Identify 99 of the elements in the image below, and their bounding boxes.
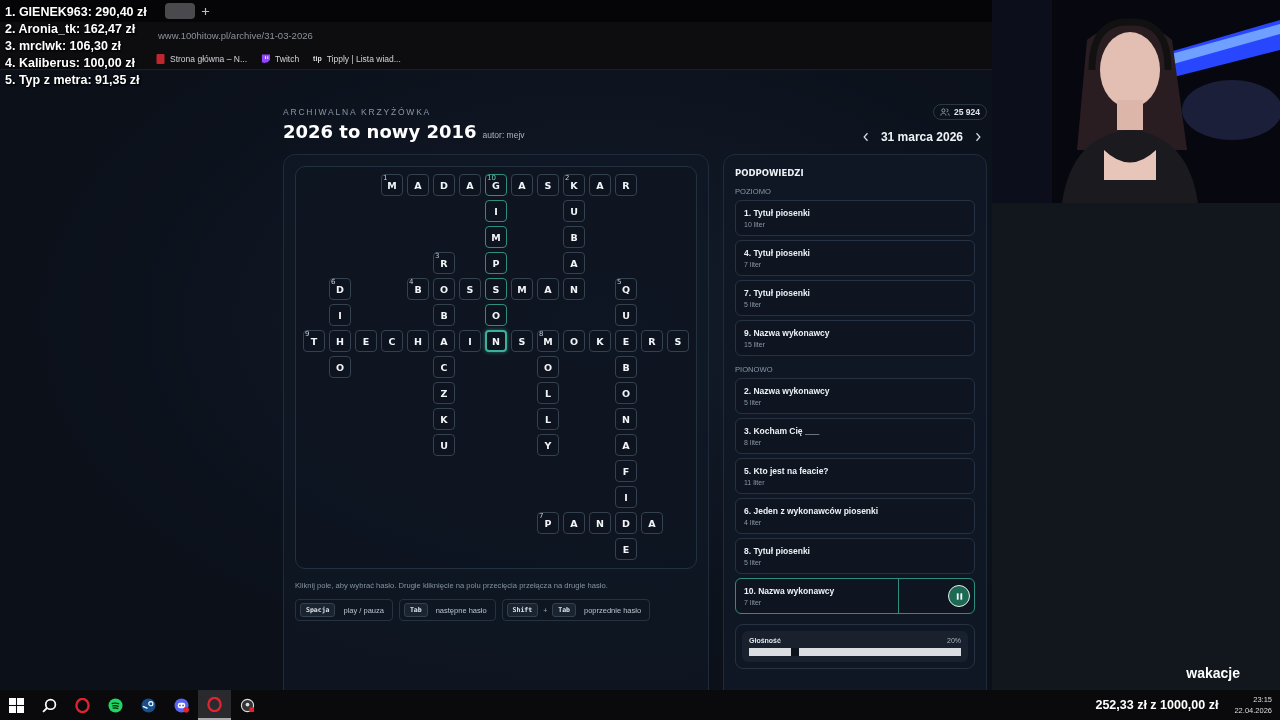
crossword-cell[interactable]: I [615, 486, 637, 508]
crossword-cell[interactable]: N [615, 408, 637, 430]
crossword-cell[interactable]: S [459, 278, 481, 300]
wave-circle-icon[interactable] [108, 697, 123, 713]
crossword-cell[interactable]: N [563, 278, 585, 300]
clue-text: 4. Tytuł piosenki [744, 248, 811, 258]
ring-icon[interactable] [75, 697, 90, 713]
crossword-cell[interactable]: O [563, 330, 585, 352]
crossword-cell[interactable]: R [641, 330, 663, 352]
crossword-cell[interactable]: U [433, 434, 455, 456]
leaderboard-entry: 3. mrclwk: 106,30 zł [5, 38, 122, 55]
crossword-cell[interactable]: B [433, 304, 455, 326]
crossword-cell[interactable]: H [407, 330, 429, 352]
crossword-cell[interactable]: S [537, 174, 559, 196]
crossword-cell[interactable]: S [667, 330, 689, 352]
crossword-cell[interactable]: A [563, 252, 585, 274]
clue-text: 3. Kocham Cię ___ [744, 426, 821, 436]
leaderboard-entry: 5. Typ z metra: 91,35 zł [5, 72, 140, 89]
clue-text: 8. Tytuł piosenki [744, 546, 811, 556]
crossword-cell[interactable]: C [381, 330, 403, 352]
pause-button[interactable] [948, 585, 970, 607]
bookmark[interactable]: Twitch [261, 53, 300, 64]
crossword-cell[interactable]: A [563, 512, 585, 534]
crossword-cell[interactable]: I [329, 304, 351, 326]
crossword-cell[interactable]: A [615, 434, 637, 456]
crossword-cell[interactable]: Z [433, 382, 455, 404]
users-icon [940, 108, 950, 116]
crossword-cell[interactable]: O [433, 278, 455, 300]
ring-icon[interactable] [207, 696, 222, 712]
donation-goal-text: 252,33 zł z 1000,00 zł [1095, 698, 1219, 712]
crossword-cell[interactable]: N [485, 330, 507, 352]
controller-circle-icon[interactable] [174, 697, 189, 713]
crossword-cell[interactable]: K [589, 330, 611, 352]
crossword-cell[interactable]: B [563, 226, 585, 248]
crossword-cell[interactable]: E [355, 330, 377, 352]
crossword-cell[interactable]: D [615, 512, 637, 534]
chat-bubble-icon [261, 53, 270, 64]
record-icon[interactable] [240, 697, 255, 713]
crossword-cell[interactable]: E [615, 538, 637, 560]
leaderboard-entry: 1. GIENEK963: 290,40 zł [5, 4, 147, 21]
clue-text: 5. Kto jest na feacie? [744, 466, 830, 476]
crossword-cell[interactable]: C [433, 356, 455, 378]
clue-text: 2. Nazwa wykonawcy [744, 386, 831, 396]
clue-text: 10. Nazwa wykonawcy [744, 586, 836, 596]
crossword-title: 2026 to nowy 2016 [283, 121, 477, 142]
crossword-kicker: ARCHIWALNA KRZYŻÓWKA [283, 107, 433, 117]
crossword-cell[interactable]: U [563, 200, 585, 222]
crossword-cell[interactable]: K [433, 408, 455, 430]
crossword-cell[interactable]: M [511, 278, 533, 300]
start-icon[interactable] [9, 697, 24, 713]
crossword-cell[interactable]: B [615, 356, 637, 378]
crossword-cell[interactable]: N [589, 512, 611, 534]
new-tab-icon[interactable] [201, 6, 210, 16]
crossword-cell[interactable]: A [641, 512, 663, 534]
clue-text: 1. Tytuł piosenki [744, 208, 811, 218]
circle-app-icon[interactable] [141, 697, 156, 713]
volume-slider[interactable] [749, 648, 961, 656]
crossword-cell[interactable]: O [615, 382, 637, 404]
crossword-cell[interactable]: Y [537, 434, 559, 456]
crossword-cell[interactable]: I [459, 330, 481, 352]
leaderboard-entry: 2. Aronia_tk: 162,47 zł [5, 21, 136, 38]
crossword-cell[interactable]: H [329, 330, 351, 352]
bookmark[interactable]: Strona główna – N... [156, 53, 247, 64]
crossword-cell[interactable]: S [511, 330, 533, 352]
crossword-cell[interactable]: E [615, 330, 637, 352]
url-text[interactable]: www.100hitow.pl/archive/31-03-2026 [158, 29, 313, 41]
crossword-cell[interactable]: D [433, 174, 455, 196]
crossword-cell[interactable]: O [485, 304, 507, 326]
crossword-cell[interactable]: O [537, 356, 559, 378]
crossword-cell[interactable]: A [589, 174, 611, 196]
crossword-cell[interactable]: A [433, 330, 455, 352]
crossword-cell[interactable]: F [615, 460, 637, 482]
taskbar-button[interactable] [198, 690, 231, 720]
search-icon[interactable] [42, 697, 57, 713]
clue-text: 7. Tytuł piosenki [744, 288, 811, 298]
leaderboard-entry: 4. Kaliberus: 100,00 zł [5, 55, 135, 72]
bookmark-icon [156, 53, 165, 64]
crossword-cell[interactable]: I [485, 200, 507, 222]
chevron-left-icon[interactable] [862, 132, 869, 142]
clue-text: 6. Jeden z wykonawców piosenki [744, 506, 880, 516]
crossword-cell[interactable]: U [615, 304, 637, 326]
crossword-cell[interactable]: L [537, 382, 559, 404]
crossword-cell[interactable]: M [485, 226, 507, 248]
crossword-cell[interactable]: R [615, 174, 637, 196]
pause-icon[interactable] [954, 591, 964, 601]
overlay-caption: wakacje [1186, 665, 1240, 681]
crossword-cell[interactable]: A [511, 174, 533, 196]
clue-text: 9. Nazwa wykonawcy [744, 328, 831, 338]
chevron-right-icon[interactable] [975, 132, 981, 142]
crossword-cell[interactable]: A [459, 174, 481, 196]
clues-title: PODPOWIEDZI [735, 168, 805, 178]
crossword-cell[interactable]: S [485, 278, 507, 300]
crossword-cell[interactable]: A [407, 174, 429, 196]
crossword-cell[interactable]: L [537, 408, 559, 430]
crossword-cell[interactable]: P [485, 252, 507, 274]
crossword-cell[interactable]: O [329, 356, 351, 378]
crossword-cell[interactable]: A [537, 278, 559, 300]
date-text: 31 marca 2026 [880, 130, 963, 144]
author-text: autor: mejv [482, 130, 525, 140]
